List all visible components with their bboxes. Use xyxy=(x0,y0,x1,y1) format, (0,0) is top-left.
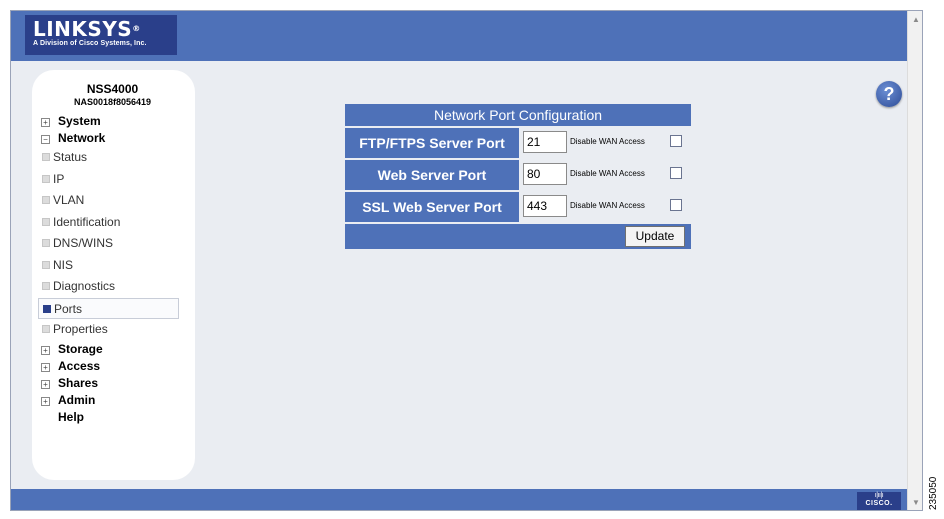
figure-id-text: 235050 xyxy=(928,476,939,510)
sidebar-subitem-label: Identification xyxy=(53,214,121,229)
sidebar-item-shares[interactable]: + Shares xyxy=(38,375,187,392)
ssl-port-input[interactable]: 443 xyxy=(523,195,567,217)
browser-window: LINKSYS® A Division of Cisco Systems, In… xyxy=(10,10,923,511)
disable-wan-checkbox[interactable] xyxy=(670,167,682,179)
disable-wan-label: Disable WAN Access xyxy=(570,169,645,178)
update-bar: Update xyxy=(345,224,691,249)
sidebar-subitem-status[interactable]: Status xyxy=(38,147,187,169)
sidebar-subitem-label: Ports xyxy=(54,301,83,316)
scroll-up-icon[interactable]: ▲ xyxy=(910,14,922,26)
sidebar-subitem-label: NIS xyxy=(53,257,74,272)
sidebar-item-storage[interactable]: + Storage xyxy=(38,341,187,358)
sidebar-subitem-label: VLAN xyxy=(53,193,85,207)
cisco-bars-icon: ı|ıı|ı xyxy=(874,492,884,499)
sidebar-subitem-identification[interactable]: Identification xyxy=(38,212,187,234)
logo-subtitle: A Division of Cisco Systems, Inc. xyxy=(33,40,147,47)
sidebar-item-network[interactable]: − Network xyxy=(38,130,187,147)
sidebar-nav: + System − Network Status IP VLAN Identificat… xyxy=(38,113,187,426)
ftp-port-input[interactable]: 21 xyxy=(523,131,567,153)
web-port-input[interactable]: 80 xyxy=(523,163,567,185)
expand-icon[interactable]: + xyxy=(41,362,50,372)
content-area: NSS4000 NAS0018f8056419 + System − Network… xyxy=(11,61,922,489)
disable-wan-checkbox[interactable] xyxy=(670,135,682,147)
linksys-logo: LINKSYS® A Division of Cisco Systems, In… xyxy=(25,15,177,55)
cisco-logo-text: CISCO. xyxy=(865,500,893,507)
active-square-icon xyxy=(43,304,51,313)
expand-icon[interactable]: + xyxy=(41,345,50,355)
scroll-down-icon[interactable]: ▼ xyxy=(910,497,922,509)
square-icon xyxy=(42,239,50,247)
sidebar-item-label: Shares xyxy=(58,375,99,390)
square-icon xyxy=(42,325,50,333)
square-icon xyxy=(42,282,50,290)
sidebar-subitem-label: IP xyxy=(53,171,65,186)
sidebar-item-admin[interactable]: + Admin xyxy=(38,392,187,409)
sidebar-item-label: Storage xyxy=(58,341,103,356)
sidebar-subitem-ports[interactable]: Ports xyxy=(38,297,179,319)
sidebar-item-label: Network xyxy=(58,131,106,145)
sidebar-subitem-dns-wins[interactable]: DNS/WINS xyxy=(38,233,187,255)
device-mac: NAS0018f8056419 xyxy=(73,97,152,107)
expand-icon[interactable]: + xyxy=(41,379,50,389)
sidebar-item-label: System xyxy=(58,114,101,128)
footer-bar: ı|ıı|ı CISCO. xyxy=(11,489,922,510)
sidebar-item-label: Access xyxy=(58,358,101,373)
port-label: Web Server Port xyxy=(345,160,519,190)
logo-registered-mark: ® xyxy=(132,24,141,33)
panel-title: Network Port Configuration xyxy=(345,104,691,126)
cisco-logo: ı|ıı|ı CISCO. xyxy=(857,492,901,510)
header-bar: LINKSYS® A Division of Cisco Systems, In… xyxy=(11,11,922,61)
square-icon xyxy=(42,196,50,204)
disable-wan-checkbox[interactable] xyxy=(670,199,682,211)
sidebar-subitem-nis[interactable]: NIS xyxy=(38,255,187,277)
expand-icon[interactable]: + xyxy=(41,396,50,406)
sidebar-item-system[interactable]: + System xyxy=(38,113,187,130)
sidebar-item-label: Admin xyxy=(58,392,96,407)
device-model: NSS4000 xyxy=(86,82,139,96)
sidebar-subitem-label: Properties xyxy=(53,322,108,336)
collapse-icon[interactable]: − xyxy=(41,135,50,144)
vertical-scrollbar[interactable]: ▲ ▼ xyxy=(907,11,922,510)
disable-wan-label: Disable WAN Access xyxy=(570,201,645,210)
network-submenu: Status IP VLAN Identification DNS/WINS NIS Dia… xyxy=(38,147,187,341)
sidebar-subitem-vlan[interactable]: VLAN xyxy=(38,190,187,212)
port-label: FTP/FTPS Server Port xyxy=(345,128,519,158)
sidebar-subitem-label: Status xyxy=(53,150,88,164)
sidebar: NSS4000 NAS0018f8056419 + System − Network… xyxy=(32,70,195,480)
sidebar-subitem-properties[interactable]: Properties xyxy=(38,319,187,341)
square-icon xyxy=(42,260,50,269)
square-icon xyxy=(42,174,50,183)
update-button[interactable]: Update xyxy=(625,226,685,247)
square-icon xyxy=(42,153,50,161)
sidebar-subitem-ip[interactable]: IP xyxy=(38,169,187,191)
port-row-ssl: SSL Web Server Port 443 Disable WAN Acce… xyxy=(345,192,691,222)
port-label: SSL Web Server Port xyxy=(345,192,519,222)
expand-icon[interactable]: + xyxy=(41,118,50,127)
sidebar-item-access[interactable]: + Access xyxy=(38,358,187,375)
port-row-web: Web Server Port 80 Disable WAN Access xyxy=(345,160,691,190)
figure-id: 235050 xyxy=(928,470,942,510)
port-config-panel: Network Port Configuration FTP/FTPS Serv… xyxy=(345,104,691,249)
help-icon[interactable]: ? xyxy=(876,81,902,107)
sidebar-subitem-label: DNS/WINS xyxy=(53,236,113,250)
disable-wan-label: Disable WAN Access xyxy=(570,137,645,146)
sidebar-subitem-label: Diagnostics xyxy=(53,279,116,293)
sidebar-item-help[interactable]: Help xyxy=(38,409,187,426)
sidebar-subitem-diagnostics[interactable]: Diagnostics xyxy=(38,276,187,298)
square-icon xyxy=(42,217,50,226)
logo-text: LINKSYS xyxy=(33,17,133,41)
port-row-ftp: FTP/FTPS Server Port 21 Disable WAN Acce… xyxy=(345,128,691,158)
